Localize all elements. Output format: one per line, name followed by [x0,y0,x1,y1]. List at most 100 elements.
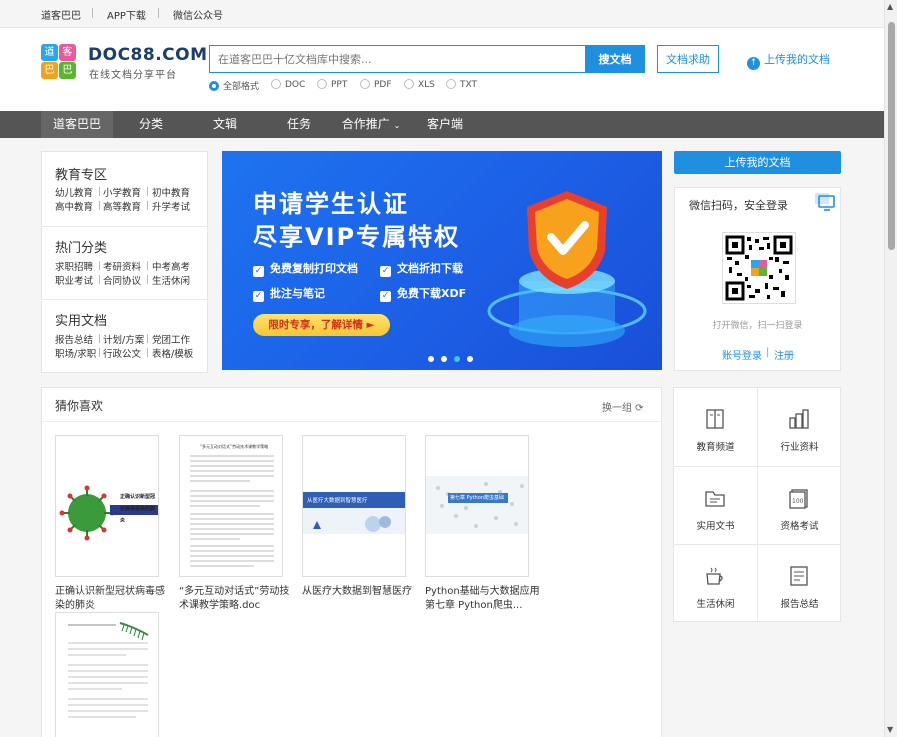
doc-title[interactable]: 从医疗大数据到智慧医疗 [302,585,417,599]
category-link[interactable]: 职业考试 [55,273,93,287]
promo-banner[interactable]: 申请学生认证 尽享VIP专属特权 ✓ 免费复制打印文档 ✓ 文档折扣下载 ✓ 批注与笔… [222,151,662,370]
thumb-heading: “多元互动对话式”劳动技术课教学策略 [199,444,269,449]
monitor-icon[interactable] [815,193,835,211]
channel-industry[interactable]: 行业资料 [758,388,841,466]
recommend-panel: 猜你喜欢 换一组 ⟳ 正确认识新型冠状病毒感染的肺炎 正确认识新型冠状病毒感染的… [41,387,662,737]
doc-thumbnail[interactable]: 从医疗大数据到智慧医疗 [302,435,406,577]
divider [99,334,100,343]
category-link[interactable]: 高中教育 [55,199,93,213]
thumb-heading: 正确认识新型冠状病毒感染的肺炎 [120,494,156,524]
channel-grid: 教育频道 行业资料 实用文书 100 资格考试 生活休闲 报告总结 [673,387,841,622]
category-link[interactable]: 中考高考 [152,259,190,273]
nav-item-partner[interactable]: 合作推广 ⌄ [338,111,404,138]
channel-education[interactable]: 教育频道 [674,388,757,466]
upload-doc-button[interactable]: 上传我的文档 [674,151,841,174]
doc-title[interactable]: 正确认识新型冠状病毒感染的肺炎 [55,585,170,613]
thumb-heading: 从医疗大数据到智慧医疗 [307,498,368,504]
doc-thumbnail[interactable]: 正确认识新型冠状病毒感染的肺炎 [55,435,159,577]
format-radio-all[interactable]: 全部格式 [209,79,259,92]
topbar-link-app[interactable]: APP下载 [107,7,146,22]
banner-promo-button[interactable]: 限时专享，了解详情 ► [253,314,390,336]
category-title[interactable]: 教育专区 [55,164,107,183]
nav-item-category[interactable]: 分类 [122,111,180,138]
banner-feature: ✓ 文档折扣下载 [380,260,463,277]
login-hint: 打开微信，扫一扫登录 [712,321,803,331]
category-link[interactable]: 表格/模板 [152,346,193,360]
feature-label: 文档折扣下载 [397,262,463,275]
feature-label: 免费复制打印文档 [270,262,358,275]
channel-exam[interactable]: 100 资格考试 [758,467,841,545]
radio-icon [317,79,327,89]
category-link[interactable]: 考研资料 [103,259,141,273]
category-link[interactable]: 合同协议 [103,273,141,287]
account-login-link[interactable]: 账号登录 [722,347,762,362]
category-link[interactable]: 小学教育 [103,185,141,199]
channel-life[interactable]: 生活休闲 [674,545,757,623]
format-label: 全部格式 [223,82,260,92]
category-link[interactable]: 报告总结 [55,332,93,346]
topbar-link-wechat[interactable]: 微信公众号 [173,7,223,22]
category-link[interactable]: 高等教育 [103,199,141,213]
channel-documents[interactable]: 实用文书 [674,467,757,545]
thumb-heading: 第七章 Python爬虫基础 [450,495,504,501]
refresh-button[interactable]: 换一组 ⟳ [602,399,644,414]
doc-thumbnail[interactable]: “多元互动对话式”劳动技术课教学策略 [179,435,283,577]
search-input[interactable] [209,45,586,73]
topbar-link-home[interactable]: 道客巴巴 [41,7,81,22]
nav-item-home[interactable]: 道客巴巴 [41,111,113,138]
scrollbar[interactable]: ▲ ▼ [884,0,897,737]
scrollbar-thumb[interactable] [888,22,895,250]
carousel-dot[interactable] [428,356,434,362]
channel-label: 实用文书 [696,521,735,532]
logo-text[interactable]: DOC88.COM [88,45,208,65]
channel-report[interactable]: 报告总结 [758,545,841,623]
search-button[interactable]: 搜文档 [585,45,645,73]
category-link[interactable]: 生活休闲 [152,273,190,287]
coffee-cup-icon [706,567,723,585]
logo[interactable]: 道 客 巴 巴 [41,44,77,80]
banner-feature: ✓ 批注与笔记 [253,285,325,302]
doc-title[interactable]: Python基础与大数据应用 第七章 Python爬虫... [425,585,540,613]
doc-help-button[interactable]: 文档求助 [657,45,719,73]
format-label: DOC [285,80,306,90]
scroll-down-icon[interactable]: ▼ [887,725,893,734]
divider [147,201,148,210]
category-link[interactable]: 升学考试 [152,199,190,213]
logo-glyph: 客 [59,44,76,61]
channel-label: 教育频道 [696,442,735,453]
check-icon: ✓ [253,291,264,302]
format-radio-ppt[interactable]: PPT [317,79,347,90]
category-title[interactable]: 实用文档 [55,310,107,329]
doc-thumbnail[interactable]: 第七章 Python爬虫基础 [425,435,529,577]
carousel-dot-active[interactable] [454,356,460,362]
format-radio-xls[interactable]: XLS [404,79,435,90]
category-link[interactable]: 行政公文 [103,346,141,360]
category-title[interactable]: 热门分类 [55,237,107,256]
category-link[interactable]: 求职招聘 [55,259,93,273]
nav-item-tasks[interactable]: 任务 [270,111,328,138]
category-link[interactable]: 职场/求职 [55,346,96,360]
radio-icon [360,79,370,89]
format-radio-doc[interactable]: DOC [271,79,305,90]
building-icon [789,409,809,429]
nav-item-collection[interactable]: 文辑 [196,111,254,138]
divider [99,201,100,210]
category-link[interactable]: 计划/方案 [103,332,144,346]
scroll-up-icon[interactable]: ▲ [887,2,893,11]
doc-thumbnail[interactable] [55,612,159,737]
divider [147,334,148,343]
nav-item-client[interactable]: 客户端 [416,111,474,138]
upload-doc-link[interactable]: ↑ 上传我的文档 [747,51,830,70]
format-radio-pdf[interactable]: PDF [360,79,392,90]
divider [147,261,148,270]
category-link[interactable]: 初中教育 [152,185,190,199]
category-link[interactable]: 党团工作 [152,332,190,346]
doc-title[interactable]: “多元互动对话式”劳动技术课教学策略.doc [179,585,294,613]
carousel-dot[interactable] [441,356,447,362]
category-link[interactable]: 幼儿教育 [55,185,93,199]
register-link[interactable]: 注册 [774,347,794,362]
header: 道 客 巴 巴 DOC88.COM 在线文档分享平台 搜文档 文档求助 ↑ 上传我… [0,28,884,111]
carousel-dot[interactable] [467,356,473,362]
text-lines-image [68,622,149,718]
format-radio-txt[interactable]: TXT [446,79,477,90]
